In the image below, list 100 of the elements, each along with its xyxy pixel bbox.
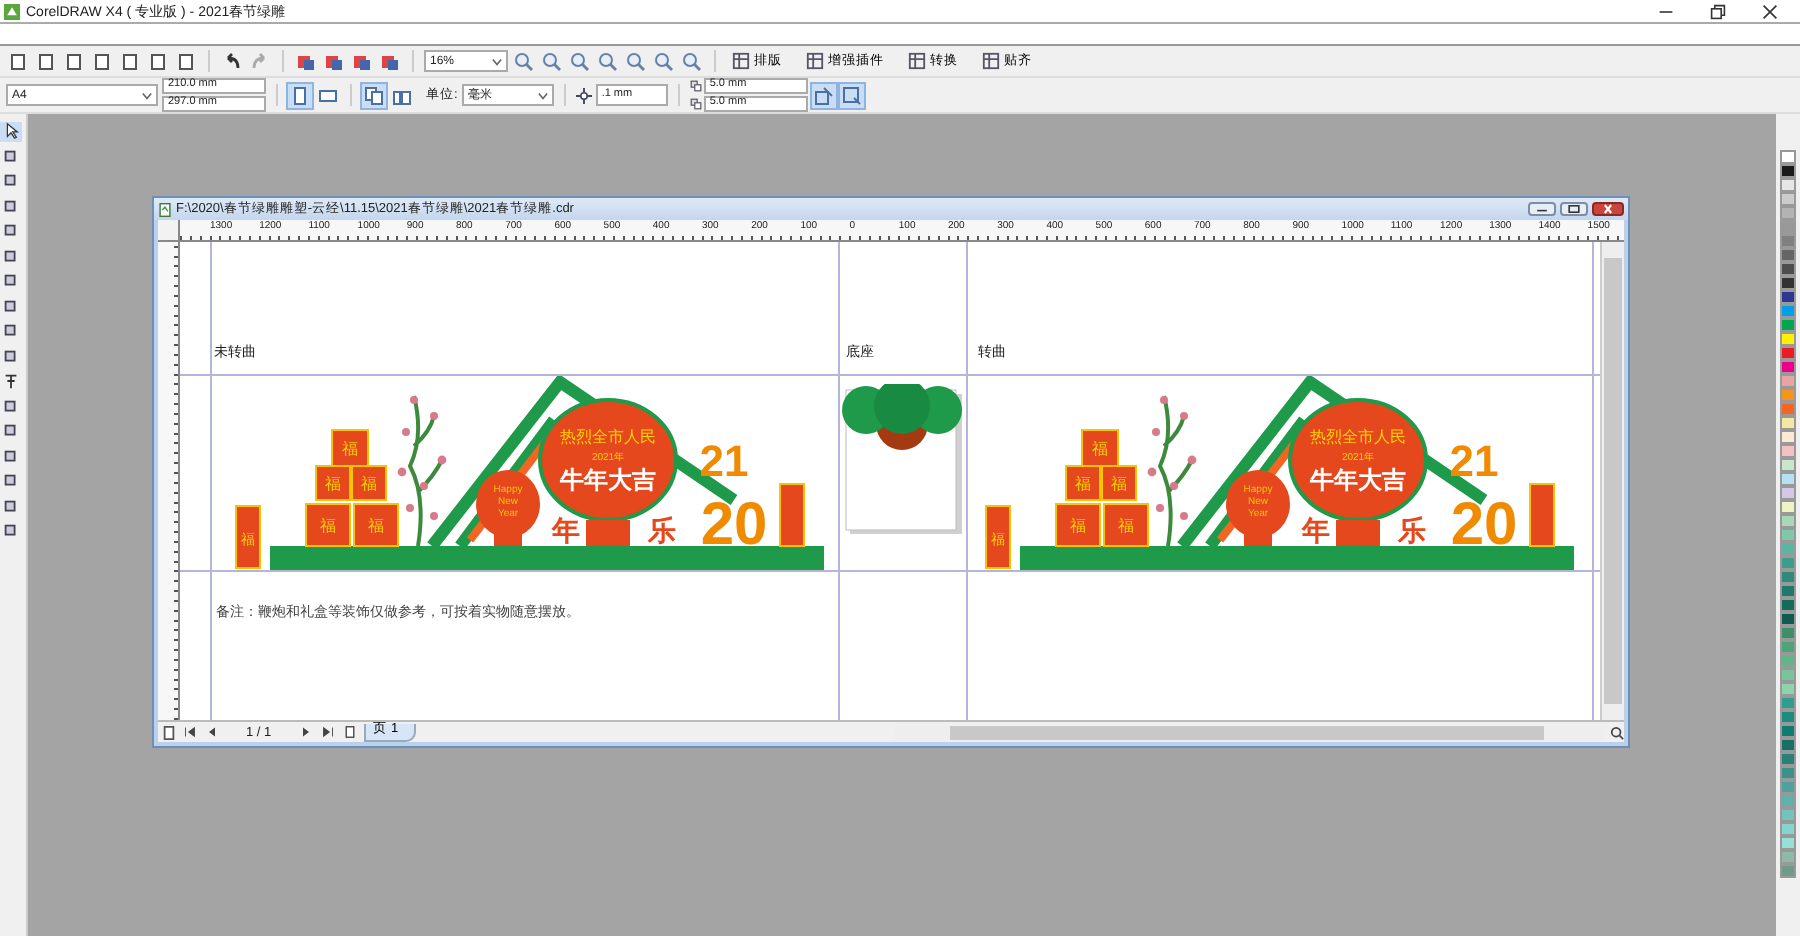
gift-box: 福 <box>353 503 399 547</box>
plum-blossoms-drawing <box>397 396 447 520</box>
color-swatch[interactable] <box>1780 234 1796 248</box>
first-page-button[interactable] <box>182 724 198 740</box>
color-swatch[interactable] <box>1780 668 1796 682</box>
color-swatch[interactable] <box>1780 528 1796 542</box>
color-swatch[interactable] <box>1780 570 1796 584</box>
close-button[interactable] <box>1592 202 1624 216</box>
grid-icon <box>982 52 1000 70</box>
caret-icon <box>537 91 548 99</box>
all-pages-icon[interactable] <box>362 83 386 107</box>
plum-blossoms-drawing <box>1147 396 1197 520</box>
color-swatch[interactable] <box>1780 248 1796 262</box>
gift-box: 福 <box>1065 465 1101 501</box>
vertical-scrollbar[interactable] <box>1600 242 1624 720</box>
maximize-icon <box>1566 204 1582 214</box>
gift-box: 福 <box>1081 429 1119 467</box>
color-swatch[interactable] <box>1780 402 1796 416</box>
close-icon <box>1762 3 1778 19</box>
color-swatch[interactable] <box>1780 808 1796 822</box>
color-swatch[interactable] <box>1780 682 1796 696</box>
color-swatch[interactable] <box>1780 780 1796 794</box>
color-swatch[interactable] <box>1780 556 1796 570</box>
last-page-button[interactable] <box>319 724 336 740</box>
color-swatch[interactable] <box>1780 220 1796 234</box>
year-digits: 21 <box>1449 436 1499 486</box>
nudge-icon <box>575 87 592 103</box>
color-swatch[interactable] <box>1780 794 1796 808</box>
gift-box: 福 <box>1055 503 1101 547</box>
color-swatch[interactable] <box>1780 724 1796 738</box>
pointer-icon[interactable] <box>0 122 22 142</box>
color-swatch[interactable] <box>1780 640 1796 654</box>
color-swatch[interactable] <box>1780 164 1796 178</box>
firecracker <box>779 483 805 547</box>
color-swatch[interactable] <box>1780 822 1796 836</box>
color-swatch[interactable] <box>1780 458 1796 472</box>
minimize-button[interactable] <box>1528 202 1556 216</box>
color-swatch[interactable] <box>1780 430 1796 444</box>
gift-box: 福 <box>1103 503 1149 547</box>
color-swatch[interactable] <box>1780 486 1796 500</box>
color-swatch[interactable] <box>1780 738 1796 752</box>
color-swatch[interactable] <box>1780 584 1796 598</box>
zoom-in-icon[interactable] <box>512 49 536 73</box>
add-page-button[interactable] <box>341 724 358 740</box>
color-swatch[interactable] <box>1780 374 1796 388</box>
close-icon <box>1600 204 1616 214</box>
color-swatch[interactable] <box>1780 710 1796 724</box>
color-swatch[interactable] <box>1780 472 1796 486</box>
color-swatch[interactable] <box>1780 360 1796 374</box>
color-swatch[interactable] <box>1780 290 1796 304</box>
grid-icon <box>908 52 926 70</box>
previous-page-button[interactable] <box>204 724 220 740</box>
chinese-character: 乐 <box>1398 514 1426 546</box>
color-swatch[interactable] <box>1780 332 1796 346</box>
color-swatch[interactable] <box>1780 514 1796 528</box>
gift-box: 福 <box>331 429 369 467</box>
color-swatch[interactable] <box>1780 500 1796 514</box>
color-swatch[interactable] <box>1780 836 1796 850</box>
portrait-icon[interactable] <box>288 83 312 107</box>
chinese-character: 乐 <box>648 514 676 546</box>
color-swatch[interactable] <box>1780 416 1796 430</box>
next-page-button[interactable] <box>297 724 314 740</box>
restore-icon <box>1710 3 1726 19</box>
firecracker <box>1529 483 1555 547</box>
color-swatch[interactable] <box>1780 612 1796 626</box>
year-digits: 21 <box>699 436 749 486</box>
color-swatch[interactable] <box>1780 542 1796 556</box>
gift-box: 福 <box>305 503 351 547</box>
color-swatch[interactable] <box>1780 276 1796 290</box>
chinese-character: 年 <box>552 514 580 546</box>
year-digits: 20 <box>1450 492 1518 558</box>
color-swatch[interactable] <box>1780 150 1796 164</box>
zoom-icon <box>1610 725 1624 739</box>
gift-box: 福 <box>1101 465 1137 501</box>
chinese-character: 年 <box>1302 514 1330 546</box>
color-swatch[interactable] <box>1780 262 1796 276</box>
color-swatch[interactable] <box>1780 752 1796 766</box>
document-icon <box>158 201 172 217</box>
gift-box: 福 <box>315 465 351 501</box>
color-swatch[interactable] <box>1780 598 1796 612</box>
color-swatch[interactable] <box>1780 388 1796 402</box>
color-swatch[interactable] <box>1780 304 1796 318</box>
color-swatch[interactable] <box>1780 696 1796 710</box>
color-swatch[interactable] <box>1780 178 1796 192</box>
color-swatch[interactable] <box>1780 626 1796 640</box>
grid-icon <box>806 52 824 70</box>
color-swatch[interactable] <box>1780 654 1796 668</box>
page-icon <box>162 725 176 739</box>
color-swatch[interactable] <box>1780 318 1796 332</box>
maximize-button[interactable] <box>1560 202 1588 216</box>
color-swatch[interactable] <box>1780 346 1796 360</box>
color-swatch[interactable] <box>1780 444 1796 458</box>
caret-icon <box>492 57 502 65</box>
color-swatch[interactable] <box>1780 850 1796 864</box>
color-swatch[interactable] <box>1780 864 1796 878</box>
color-swatch[interactable] <box>1780 206 1796 220</box>
minimize-icon <box>1534 204 1550 214</box>
text-tool-icon[interactable] <box>0 372 22 392</box>
color-swatch[interactable] <box>1780 766 1796 780</box>
color-swatch[interactable] <box>1780 192 1796 206</box>
